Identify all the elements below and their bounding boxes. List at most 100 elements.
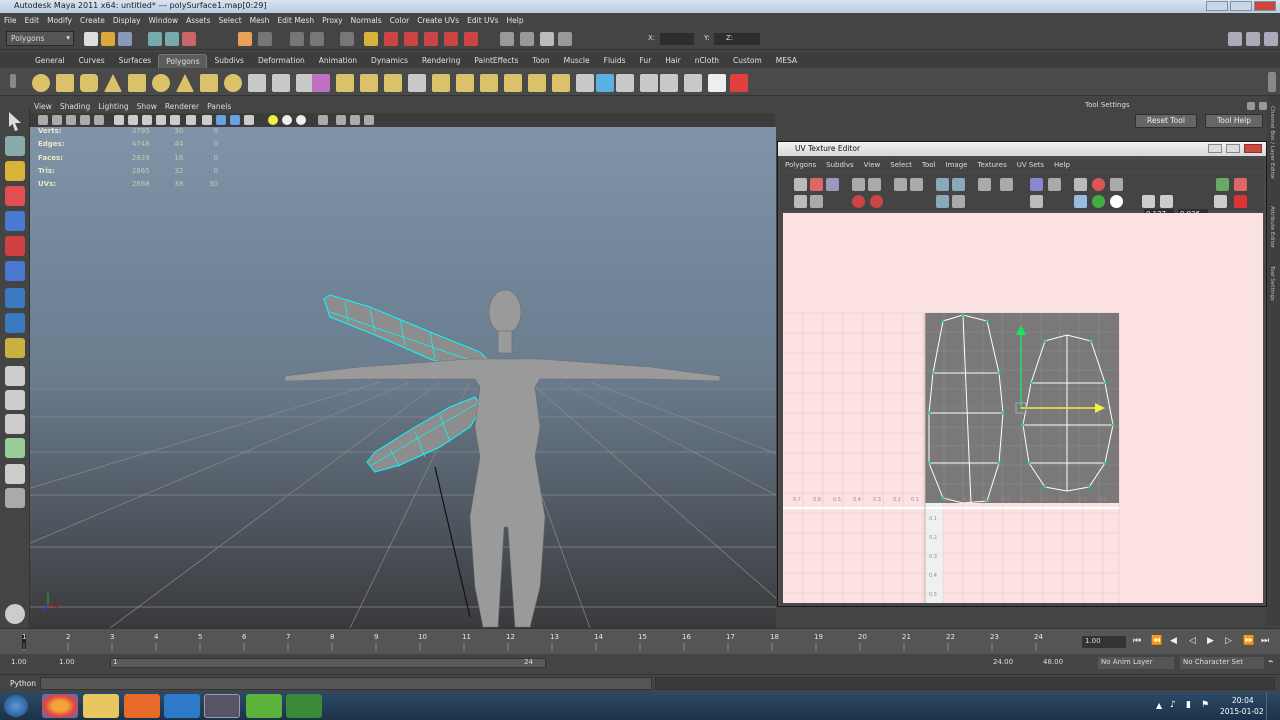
isolate-select-icon[interactable] [318, 115, 328, 125]
cylindrical-mapping-icon[interactable] [616, 74, 634, 92]
panel-close-icon[interactable] [1259, 102, 1267, 110]
settings-gear-icon[interactable] [5, 604, 25, 624]
step-back-icon[interactable]: ◀ [1170, 636, 1177, 646]
panel-menu-renderer[interactable]: Renderer [161, 100, 203, 113]
xray-joints-icon[interactable] [350, 115, 360, 125]
sidebar-toggle-icon[interactable] [500, 32, 514, 46]
uv-menu-help[interactable]: Help [1049, 159, 1075, 172]
lasso-tool-icon[interactable] [5, 136, 25, 156]
panel-menu-lighting[interactable]: Lighting [94, 100, 132, 113]
merge-icon[interactable] [504, 74, 522, 92]
hq-render-icon[interactable] [364, 115, 374, 125]
uv-shade-icon[interactable] [1110, 178, 1123, 191]
checker-texture-icon[interactable] [730, 74, 748, 92]
snap-curve-icon[interactable] [258, 32, 272, 46]
uv-move-icon[interactable] [978, 178, 991, 191]
uv-canvas[interactable]: 0.7 0.8 0.5 0.4 0.3 0.2 0.1 0.1 0.2 0.3 … [783, 213, 1263, 603]
minimize-button[interactable] [1206, 1, 1228, 11]
shelf-tab-rendering[interactable]: Rendering [415, 54, 467, 68]
camtasia-icon[interactable] [246, 694, 282, 718]
playback-end-field[interactable]: 24.00 [990, 657, 1034, 669]
uv-checker-icon[interactable] [1030, 195, 1043, 208]
poly-cylinder-icon[interactable] [80, 74, 98, 92]
network-icon[interactable]: ▮ [1186, 700, 1191, 710]
step-forward-key-icon[interactable]: ⏩ [1243, 636, 1254, 646]
range-slider[interactable]: 1 24 [110, 658, 546, 668]
soft-mod-tool-icon[interactable] [5, 288, 25, 308]
last-tool-icon[interactable] [5, 338, 25, 358]
layout-toggle-3-icon[interactable] [1264, 32, 1278, 46]
snap-grid-icon[interactable] [238, 32, 252, 46]
render-settings-icon[interactable] [424, 32, 438, 46]
shelf-tab-fur[interactable]: Fur [633, 54, 659, 68]
wireframe-icon[interactable] [202, 115, 212, 125]
anim-end-field[interactable]: 48.00 [1040, 657, 1084, 669]
volume-icon[interactable]: ♪ [1170, 700, 1176, 710]
bookmark-icon[interactable] [66, 115, 76, 125]
layout-toggle-icon[interactable] [1228, 32, 1242, 46]
uv-isolate-icon[interactable] [810, 195, 823, 208]
uv-flip-v-icon[interactable] [868, 178, 881, 191]
maximize-button[interactable] [1230, 1, 1252, 11]
bevel-icon[interactable] [432, 74, 450, 92]
shelf-tab-muscle[interactable]: Muscle [557, 54, 597, 68]
shelf-tab-hair[interactable]: Hair [658, 54, 687, 68]
layout-single-icon[interactable] [5, 366, 25, 386]
anim-start-field[interactable]: 1.00 [8, 657, 50, 669]
menu-help[interactable]: Help [503, 16, 528, 25]
shelf-menu-icon[interactable] [10, 74, 16, 88]
camera-attrs-icon[interactable] [52, 115, 62, 125]
uv-editor-titlebar[interactable]: UV Texture Editor [778, 142, 1266, 156]
poly-sphere-icon[interactable] [32, 74, 50, 92]
shelf-tab-dynamics[interactable]: Dynamics [364, 54, 415, 68]
uv-refresh-icon[interactable] [1216, 178, 1229, 191]
scale-tool-icon[interactable] [5, 236, 25, 256]
separate-icon[interactable] [272, 74, 290, 92]
command-language-label[interactable]: Python [10, 679, 36, 688]
offset-edge-loop-icon[interactable] [480, 74, 498, 92]
append-polygon-icon[interactable] [384, 74, 402, 92]
rotate-tool-icon[interactable] [5, 211, 25, 231]
shelf-tab-general[interactable]: General [28, 54, 72, 68]
tool-settings-toggle-icon[interactable] [540, 32, 554, 46]
uv-relax-icon[interactable] [870, 195, 883, 208]
shelf-tab-subdivs[interactable]: Subdivs [207, 54, 250, 68]
render-view-icon[interactable] [464, 32, 478, 46]
snap-point-icon[interactable] [290, 32, 304, 46]
uv-snapshot-icon[interactable] [794, 178, 807, 191]
shelf-tab-polygons[interactable]: Polygons [158, 54, 208, 68]
layout-side-icon[interactable] [5, 414, 25, 434]
shadows-icon[interactable] [296, 115, 306, 125]
menu-mesh[interactable]: Mesh [246, 16, 274, 25]
combine-icon[interactable] [248, 74, 266, 92]
gate-mask-icon[interactable] [142, 115, 152, 125]
textured-icon[interactable] [244, 115, 254, 125]
menu-edit-uvs[interactable]: Edit UVs [463, 16, 502, 25]
uv-copy-icon[interactable] [1234, 178, 1247, 191]
uv-image-display-icon[interactable] [1030, 178, 1043, 191]
poly-cone-icon[interactable] [104, 74, 122, 92]
show-manipulator-icon[interactable] [5, 313, 25, 333]
explorer-icon[interactable] [83, 694, 119, 718]
poke-icon[interactable] [528, 74, 546, 92]
play-forward-icon[interactable]: ▶ [1207, 636, 1214, 646]
select-component-icon[interactable] [182, 32, 196, 46]
manipulator-tool-icon[interactable] [5, 261, 25, 281]
character-set-dropdown[interactable]: No Character Set [1180, 657, 1264, 669]
go-to-end-icon[interactable]: ⏭ [1261, 636, 1269, 646]
menu-edit[interactable]: Edit [21, 16, 44, 25]
film-gate-icon[interactable] [114, 115, 124, 125]
help-icon[interactable] [340, 32, 354, 46]
uv-minimize-button[interactable] [1208, 144, 1222, 153]
menu-create[interactable]: Create [76, 16, 109, 25]
shelf-tab-painteffects[interactable]: PaintEffects [467, 54, 525, 68]
uv-rotate-icon[interactable] [894, 178, 907, 191]
wedge-icon[interactable] [552, 74, 570, 92]
perspective-viewport[interactable] [30, 127, 776, 628]
uv-copy-uvs-icon[interactable] [1142, 195, 1155, 208]
uv-menu-polygons[interactable]: Polygons [780, 159, 821, 172]
tray-arrow-icon[interactable]: ▲ [1156, 701, 1162, 710]
uv-alpha-icon[interactable] [1110, 195, 1123, 208]
reset-tool-button[interactable]: Reset Tool [1135, 114, 1197, 128]
uv-texture-borders-icon[interactable] [794, 195, 807, 208]
